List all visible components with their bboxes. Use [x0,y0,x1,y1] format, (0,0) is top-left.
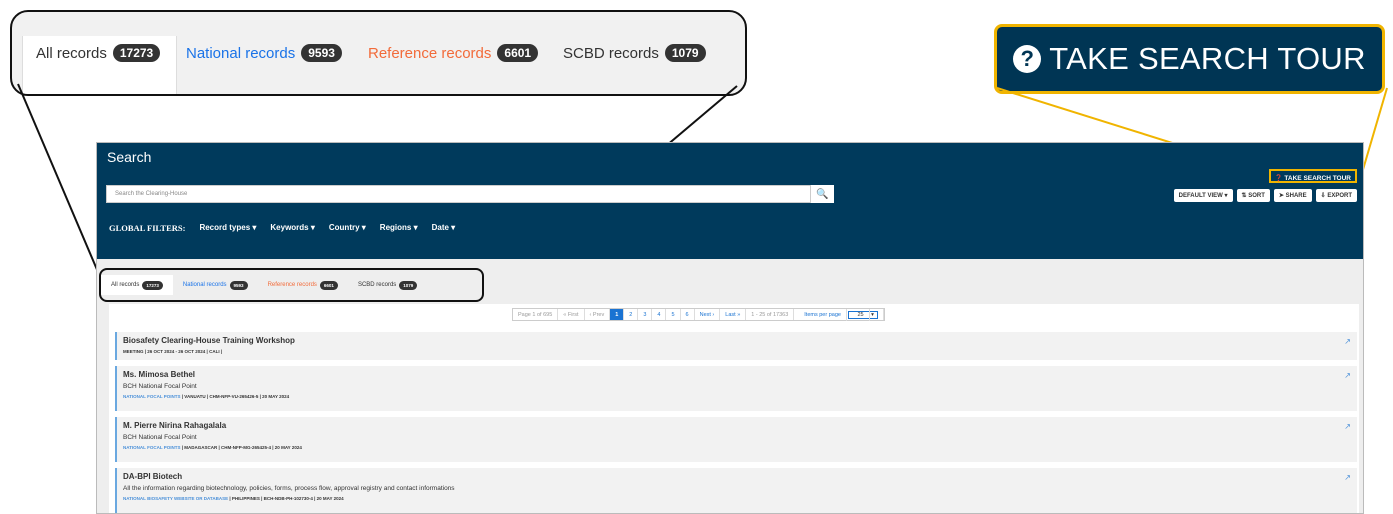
zoom-tab-label: All records [36,44,107,62]
search-header: Search Search the Clearing-House 🔍 ❓ TAK… [97,143,1363,259]
results-area: All records 17273 National records 9593 … [97,259,1363,513]
record-title[interactable]: Biosafety Clearing-House Training Worksh… [123,336,1351,345]
external-link-icon[interactable]: ↗ [1344,371,1351,380]
zoom-callout-tabs: All records 17273 National records 9593 … [10,10,747,96]
results-range: 1 - 25 of 17363 [746,309,795,320]
last-page-link[interactable]: Last » [720,309,747,320]
record-subtitle: BCH National Focal Point [123,434,197,441]
zoom-tab-label: Reference records [368,44,492,62]
pagination: Page 1 of 695 « First ‹ Prev 1 2 3 4 5 6… [512,308,885,321]
search-icon[interactable]: 🔍 [810,185,834,203]
page-info: Page 1 of 695 [513,309,559,320]
take-search-tour-label: TAKE SEARCH TOUR [1049,41,1366,76]
results-list: Page 1 of 695 « First ‹ Prev 1 2 3 4 5 6… [109,304,1359,513]
list-item[interactable]: M. Pierre Nirina Rahagalala BCH National… [115,417,1357,462]
page-link[interactable]: 4 [652,309,667,320]
zoom-tab-label: SCBD records [563,44,659,62]
view-controls: DEFAULT VIEW ▾ ⇅ SORT ➤ SHARE ⇩ EXPORT [1173,189,1357,202]
filter-keywords[interactable]: Keywords ▾ [270,223,314,233]
tour-label: TAKE SEARCH TOUR [1284,175,1351,182]
search-input[interactable]: Search the Clearing-House [106,185,834,203]
record-meta: NATIONAL FOCAL POINTS | VANUATU | CHM-NF… [123,394,290,399]
global-filters-label: GLOBAL FILTERS: [109,223,186,233]
filter-country[interactable]: Country ▾ [329,223,366,233]
list-item[interactable]: DA-BPI Biotech All the information regar… [115,468,1357,513]
zoom-tab-national-records[interactable]: National records 9593 [186,44,342,62]
external-link-icon[interactable]: ↗ [1344,422,1351,431]
record-meta: MEETING | 26 OCT 2024 - 26 OCT 2024 | CA… [123,349,223,354]
count-badge: 17273 [112,44,161,62]
record-meta: NATIONAL FOCAL POINTS | MADAGASCAR | CHM… [123,445,302,450]
record-title[interactable]: M. Pierre Nirina Rahagalala [123,421,1351,430]
record-subtitle: All the information regarding biotechnol… [123,485,455,492]
items-per-page: Items per page 25 ▾ [794,309,884,321]
filter-regions[interactable]: Regions ▾ [380,223,418,233]
first-page-link[interactable]: « First [558,309,585,320]
record-meta: NATIONAL BIOSAFETY WEBSITE OR DATABASE |… [123,496,344,501]
page-link[interactable]: 2 [624,309,639,320]
record-title[interactable]: Ms. Mimosa Bethel [123,370,1351,379]
count-badge: 6601 [497,44,539,62]
record-title[interactable]: DA-BPI Biotech [123,472,1351,481]
items-per-page-select[interactable]: 25 ▾ [848,309,878,321]
prev-page-link[interactable]: ‹ Prev [585,309,611,320]
page-link[interactable]: 6 [681,309,695,320]
list-item[interactable]: Biosafety Clearing-House Training Worksh… [115,332,1357,360]
count-badge: 1079 [664,44,706,62]
count-badge: 9593 [301,44,342,62]
export-button[interactable]: ⇩ EXPORT [1315,189,1357,202]
filter-date[interactable]: Date ▾ [432,223,456,233]
default-view-dropdown[interactable]: DEFAULT VIEW ▾ [1173,189,1233,202]
zoom-tab-reference-records[interactable]: Reference records 6601 [368,44,539,62]
global-filters: GLOBAL FILTERS: Record types ▾ Keywords … [109,223,455,233]
share-button[interactable]: ➤ SHARE [1273,189,1312,202]
page-link[interactable]: 3 [638,309,653,320]
list-item[interactable]: Ms. Mimosa Bethel BCH National Focal Poi… [115,366,1357,411]
page-link[interactable]: 5 [666,309,681,320]
external-link-icon[interactable]: ↗ [1344,337,1351,346]
tabs-highlight-box [99,268,484,302]
zoom-tab-label: National records [186,44,296,62]
next-page-link[interactable]: Next › [695,309,721,320]
zoom-callout-search-tour[interactable]: ? TAKE SEARCH TOUR [994,24,1385,94]
page-link[interactable]: 1 [610,309,625,320]
zoom-tab-all-records[interactable]: All records 17273 [36,44,161,62]
sort-button[interactable]: ⇅ SORT [1236,189,1270,202]
filter-record-types[interactable]: Record types ▾ [199,223,256,233]
page-title: Search [107,149,152,165]
take-search-tour-button[interactable]: ❓ TAKE SEARCH TOUR [1268,169,1357,183]
search-page: Search Search the Clearing-House 🔍 ❓ TAK… [96,142,1364,514]
question-icon: ? [1013,45,1042,73]
zoom-tab-scbd-records[interactable]: SCBD records 1079 [563,44,706,62]
external-link-icon[interactable]: ↗ [1344,473,1351,482]
record-subtitle: BCH National Focal Point [123,383,197,390]
